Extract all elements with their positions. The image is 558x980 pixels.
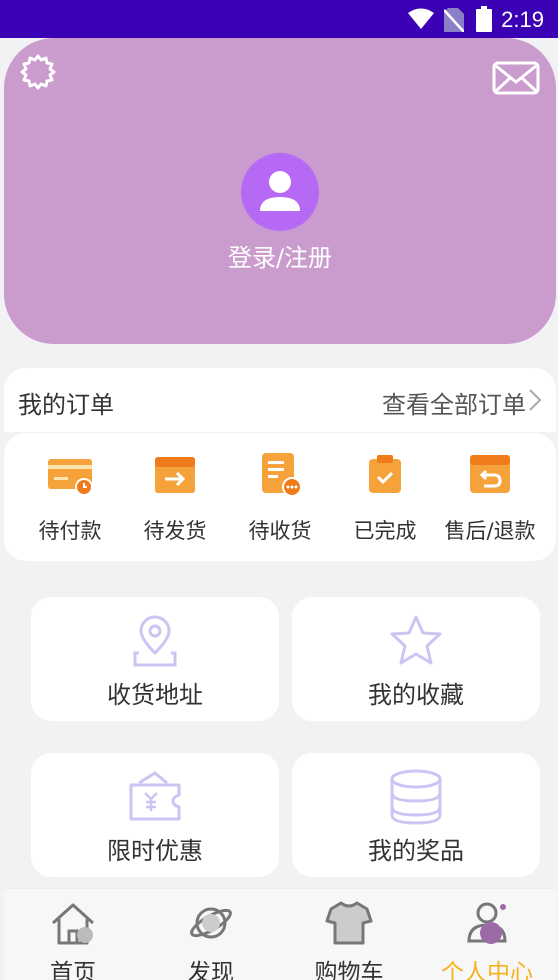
return-box-icon [470, 455, 510, 493]
wallet-card-icon [48, 459, 93, 496]
star-icon [390, 615, 442, 665]
order-item-label: 已完成 [353, 519, 417, 543]
clock: 2:19 [501, 7, 544, 32]
coupons-card[interactable]: 限时优惠 [31, 753, 279, 877]
location-pin-icon [133, 615, 177, 667]
shirt-icon [325, 901, 373, 945]
order-pending-payment[interactable]: 待付款 [15, 449, 125, 554]
status-bar: 2:19 [0, 0, 558, 38]
order-completed[interactable]: 已完成 [330, 449, 440, 554]
order-pending-receipt[interactable]: 待收货 [225, 449, 335, 554]
avatar[interactable] [241, 153, 319, 231]
nav-label: 个人中心 [441, 960, 533, 980]
clipboard-check-icon [369, 455, 401, 493]
mail-icon[interactable] [492, 60, 540, 96]
favorites-card[interactable]: 我的收藏 [292, 597, 540, 721]
nav-label: 首页 [50, 960, 96, 980]
planet-icon [190, 907, 232, 939]
nav-label: 发现 [188, 960, 234, 980]
nav-cart[interactable]: 购物车 [294, 899, 404, 980]
nav-discover[interactable]: 发现 [156, 899, 266, 980]
address-card[interactable]: 收货地址 [31, 597, 279, 721]
box-arrow-icon [155, 457, 195, 493]
profile-icon [467, 902, 507, 944]
no-sim-icon [444, 8, 464, 32]
my-orders-header: 我的订单 查看全部订单 [4, 368, 556, 432]
user-icon [260, 171, 300, 211]
gear-icon[interactable] [20, 54, 56, 90]
card-label: 我的奖品 [368, 837, 464, 865]
order-item-label: 待发货 [143, 519, 207, 543]
order-item-label: 待收货 [248, 519, 312, 543]
bottom-nav: 首页 发现 购物车 个人中心 [4, 888, 556, 980]
coupon-icon [129, 771, 181, 821]
chevron-right-icon[interactable] [528, 388, 542, 412]
nav-profile[interactable]: 个人中心 [432, 899, 542, 980]
my-orders-title: 我的订单 [18, 391, 114, 419]
battery-icon [476, 6, 492, 32]
home-icon [51, 903, 95, 945]
login-register-link[interactable]: 登录/注册 [4, 238, 556, 273]
nav-home[interactable]: 首页 [18, 899, 128, 980]
view-all-orders-link[interactable]: 查看全部订单 [382, 385, 526, 420]
prizes-card[interactable]: 我的奖品 [292, 753, 540, 877]
wifi-icon [408, 8, 434, 29]
profile-header: 登录/注册 [4, 38, 556, 344]
coin-stack-icon [390, 769, 442, 825]
card-label: 收货地址 [107, 681, 203, 709]
order-item-label: 待付款 [38, 519, 102, 543]
order-status-row: 待付款 待发货 待收货 已完成 售后/退款 [4, 433, 556, 561]
receipt-icon [262, 453, 302, 497]
card-label: 我的收藏 [368, 681, 464, 709]
order-after-sales[interactable]: 售后/退款 [435, 449, 545, 554]
card-label: 限时优惠 [107, 837, 203, 865]
order-item-label: 售后/退款 [444, 519, 536, 543]
order-pending-shipment[interactable]: 待发货 [120, 449, 230, 554]
nav-label: 购物车 [314, 960, 384, 980]
